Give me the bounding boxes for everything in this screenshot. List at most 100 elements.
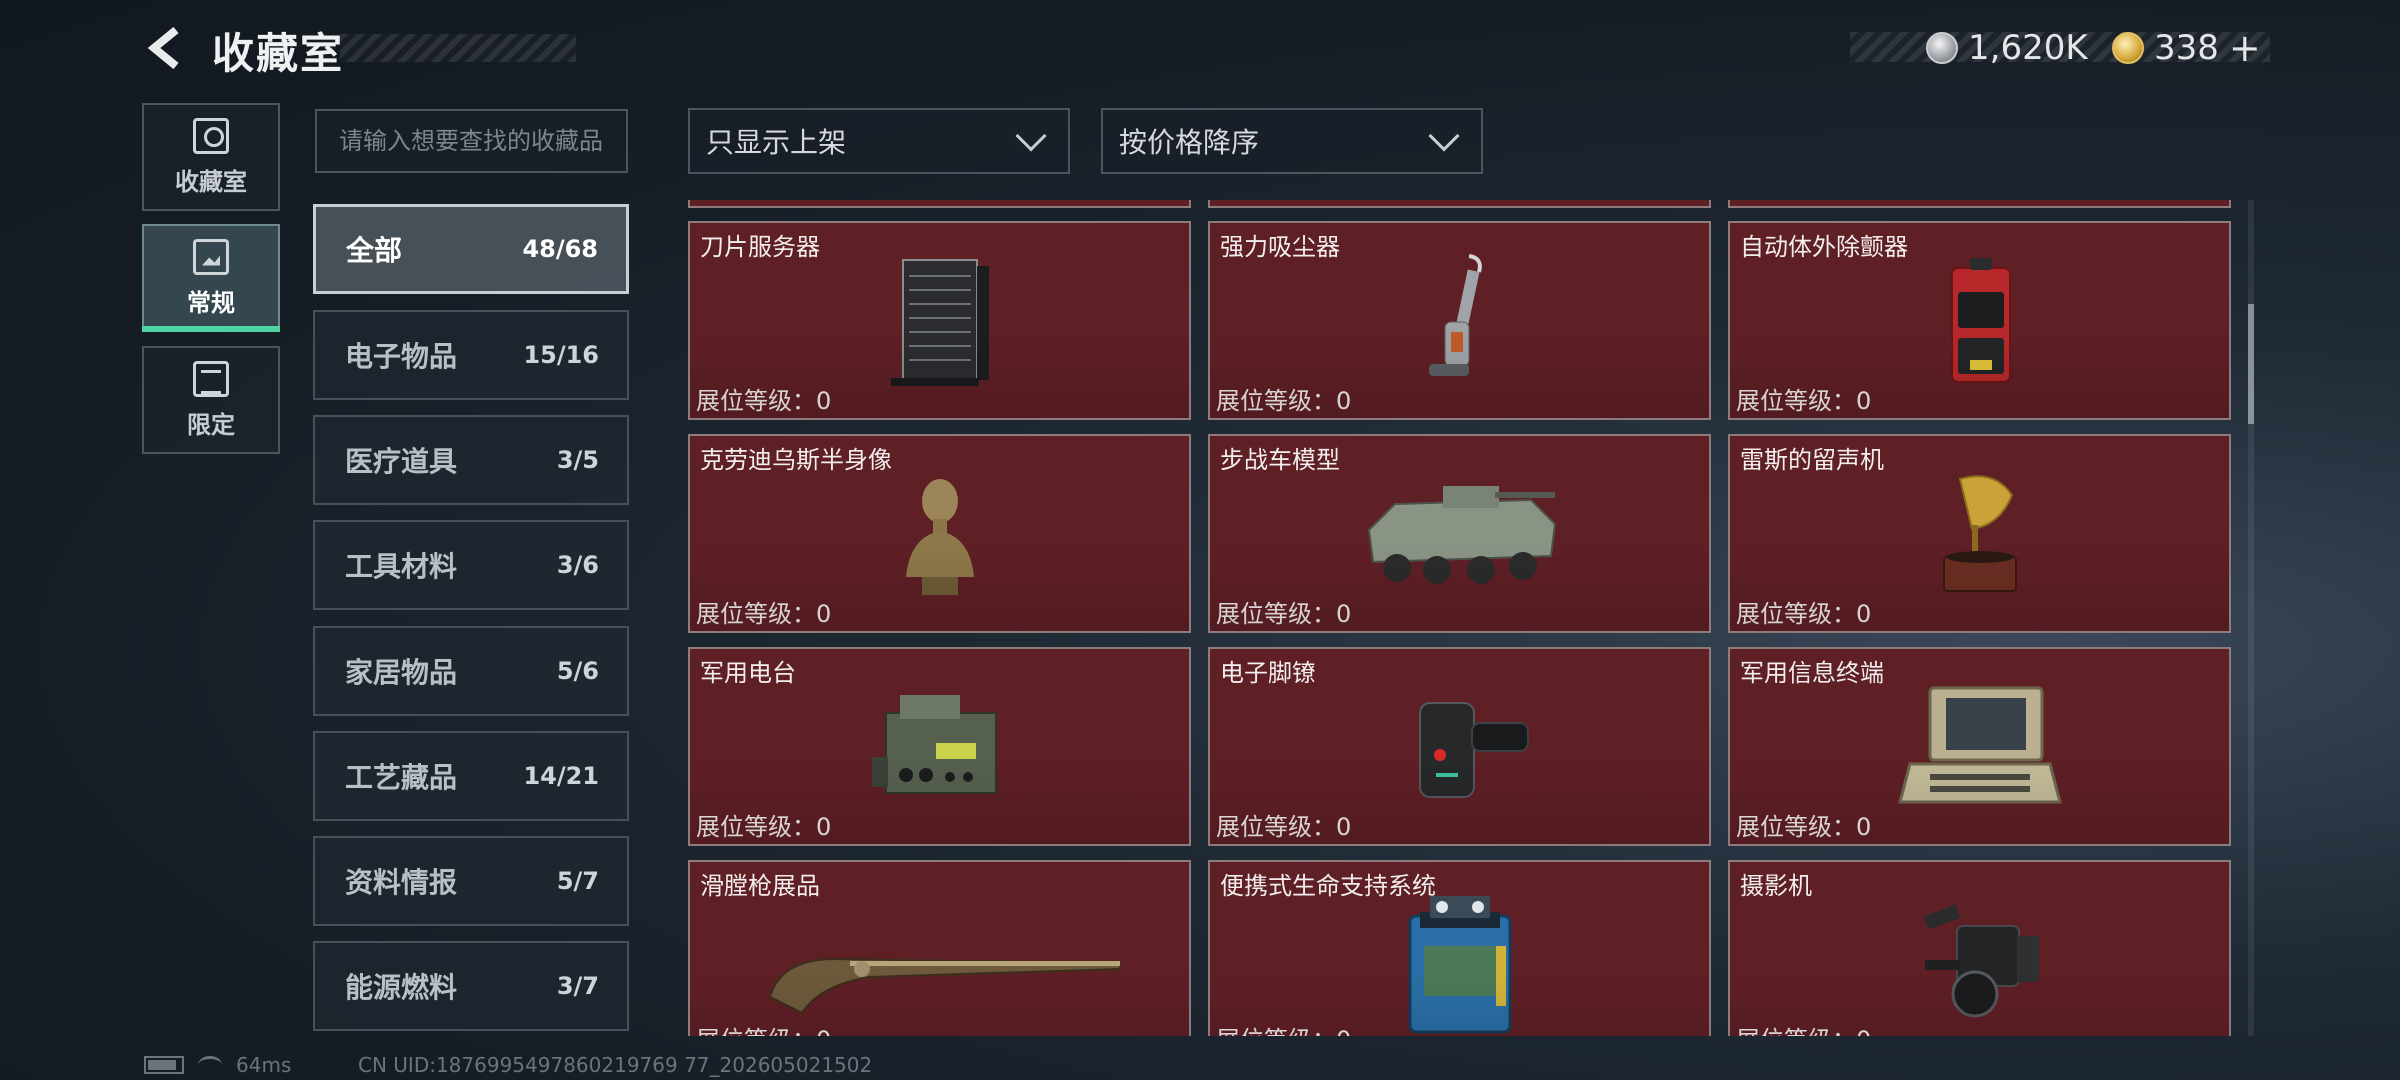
item-card[interactable]: 军用信息终端 展位等级：0 (1728, 647, 2231, 846)
item-name: 电子脚镣 (1220, 659, 1316, 687)
category-name: 家居物品 (345, 656, 458, 689)
category-count: 3/5 (556, 446, 599, 474)
search-box[interactable] (315, 109, 628, 173)
wifi-icon (198, 1056, 222, 1074)
category-count: 5/7 (556, 867, 599, 895)
item-card[interactable]: 克劳迪乌斯半身像 展位等级：0 (688, 434, 1191, 633)
category-count: 3/6 (556, 551, 599, 579)
back-arrow-icon (147, 26, 179, 70)
item-level: 展位等级：0 (696, 600, 832, 628)
item-card[interactable]: 滑膛枪展品 展位等级：0 (688, 860, 1191, 1036)
item-level: 展位等级：0 (1216, 1020, 1351, 1036)
vacuum-cleaner-icon (1340, 247, 1580, 397)
silver-coin-icon (1926, 32, 1958, 64)
musket-icon (750, 886, 1130, 1036)
item-level: 展位等级：0 (696, 1020, 831, 1036)
category-all[interactable]: 全部 48/68 (313, 204, 629, 294)
category-count: 15/16 (523, 341, 599, 369)
category-count: 48/68 (522, 235, 598, 263)
silver-amount: 1,620K (1968, 28, 2088, 68)
battery-icon (144, 1056, 184, 1074)
category-name: 能源燃料 (345, 971, 458, 1004)
item-card[interactable]: 便携式生命支持系统 展位等级：0 (1208, 860, 1711, 1036)
server-rack-icon (820, 247, 1060, 397)
category-name: 电子物品 (345, 340, 458, 373)
category-name: 工具材料 (345, 550, 458, 583)
item-card[interactable]: 步战车模型 展位等级：0 (1208, 434, 1711, 633)
gold-currency[interactable]: 338 + (2112, 26, 2261, 70)
page-title: 收藏室 (212, 29, 345, 78)
partial-card (1728, 200, 2231, 208)
title-decoration (340, 34, 576, 62)
side-nav-label: 限定 (187, 410, 235, 439)
item-name: 步战车模型 (1220, 446, 1340, 474)
life-support-icon (1340, 886, 1580, 1036)
category-name: 全部 (346, 234, 403, 267)
side-nav-label: 常规 (187, 288, 235, 317)
ankle-monitor-icon (1340, 673, 1580, 823)
item-level: 展位等级：0 (696, 813, 832, 841)
item-card[interactable]: 自动体外除颤器 展位等级：0 (1728, 221, 2231, 420)
scroll-thumb[interactable] (2248, 304, 2254, 424)
silver-currency: 1,620K (1926, 26, 2088, 70)
partial-card (1208, 200, 1711, 208)
filter-dropdown[interactable]: 只显示上架 (688, 108, 1070, 174)
ping-value: 64ms (236, 1053, 292, 1077)
side-nav-limited[interactable]: 限定 (142, 346, 280, 454)
item-card[interactable]: 军用电台 展位等级：0 (688, 647, 1191, 846)
top-bar: 收藏室 1,620K 338 + (0, 0, 2400, 96)
chevron-down-icon (1428, 120, 1460, 152)
add-currency-button[interactable]: + (2229, 26, 2261, 70)
item-card[interactable]: 强力吸尘器 展位等级：0 (1208, 221, 1711, 420)
gramophone-icon (1860, 460, 2100, 610)
collection-grid[interactable]: 刀片服务器 展位等级：0 强力吸尘器 展位等级：0 自动体外除颤器 展位等级：0… (688, 200, 2232, 1036)
side-nav-regular[interactable]: 常规 (142, 224, 280, 332)
category-count: 14/21 (523, 762, 599, 790)
chevron-down-icon (1015, 120, 1047, 152)
category-name: 工艺藏品 (345, 761, 458, 794)
user-uid: CN UID:1876995497860219769 77_2026050215… (358, 1053, 873, 1077)
bust-statue-icon (820, 460, 1060, 610)
category-medical[interactable]: 医疗道具 3/5 (313, 415, 629, 505)
item-level: 展位等级：0 (696, 387, 832, 415)
item-name: 军用电台 (700, 659, 796, 687)
sort-dropdown[interactable]: 按价格降序 (1101, 108, 1483, 174)
side-nav-collection[interactable]: 收藏室 (142, 103, 280, 211)
sort-value: 按价格降序 (1119, 126, 1260, 159)
item-card[interactable]: 摄影机 展位等级：0 (1728, 860, 2231, 1036)
category-intel[interactable]: 资料情报 5/7 (313, 836, 629, 926)
field-terminal-icon (1860, 673, 2100, 823)
item-card[interactable]: 雷斯的留声机 展位等级：0 (1728, 434, 2231, 633)
document-icon (193, 238, 229, 275)
gold-coin-icon (2112, 32, 2144, 64)
grid-scrollbar[interactable] (2248, 200, 2254, 1036)
category-count: 3/7 (556, 972, 599, 1000)
armored-vehicle-icon (1340, 460, 1580, 610)
gold-amount: 338 (2154, 28, 2219, 68)
item-card[interactable]: 刀片服务器 展位等级：0 (688, 221, 1191, 420)
category-fuel[interactable]: 能源燃料 3/7 (313, 941, 629, 1031)
item-level: 展位等级：0 (1216, 813, 1352, 841)
item-name: 摄影机 (1740, 872, 1812, 900)
item-level: 展位等级：0 (1216, 600, 1352, 628)
category-household[interactable]: 家居物品 5/6 (313, 626, 629, 716)
archive-icon (193, 117, 229, 154)
category-name: 医疗道具 (345, 445, 458, 478)
item-card[interactable]: 电子脚镣 展位等级：0 (1208, 647, 1711, 846)
category-count: 5/6 (556, 657, 599, 685)
item-level: 展位等级：0 (1736, 813, 1872, 841)
search-input[interactable] (339, 127, 619, 155)
military-radio-icon (820, 673, 1060, 823)
partial-card (688, 200, 1191, 208)
side-nav-label: 收藏室 (175, 167, 247, 196)
item-level: 展位等级：0 (1736, 1020, 1871, 1036)
item-level: 展位等级：0 (1736, 387, 1872, 415)
filter-value: 只显示上架 (706, 126, 847, 159)
category-crafts[interactable]: 工艺藏品 14/21 (313, 731, 629, 821)
item-level: 展位等级：0 (1736, 600, 1872, 628)
category-name: 资料情报 (345, 866, 458, 899)
category-tools[interactable]: 工具材料 3/6 (313, 520, 629, 610)
category-electronics[interactable]: 电子物品 15/16 (313, 310, 629, 400)
item-name: 刀片服务器 (700, 233, 820, 261)
back-button[interactable] (142, 24, 190, 72)
